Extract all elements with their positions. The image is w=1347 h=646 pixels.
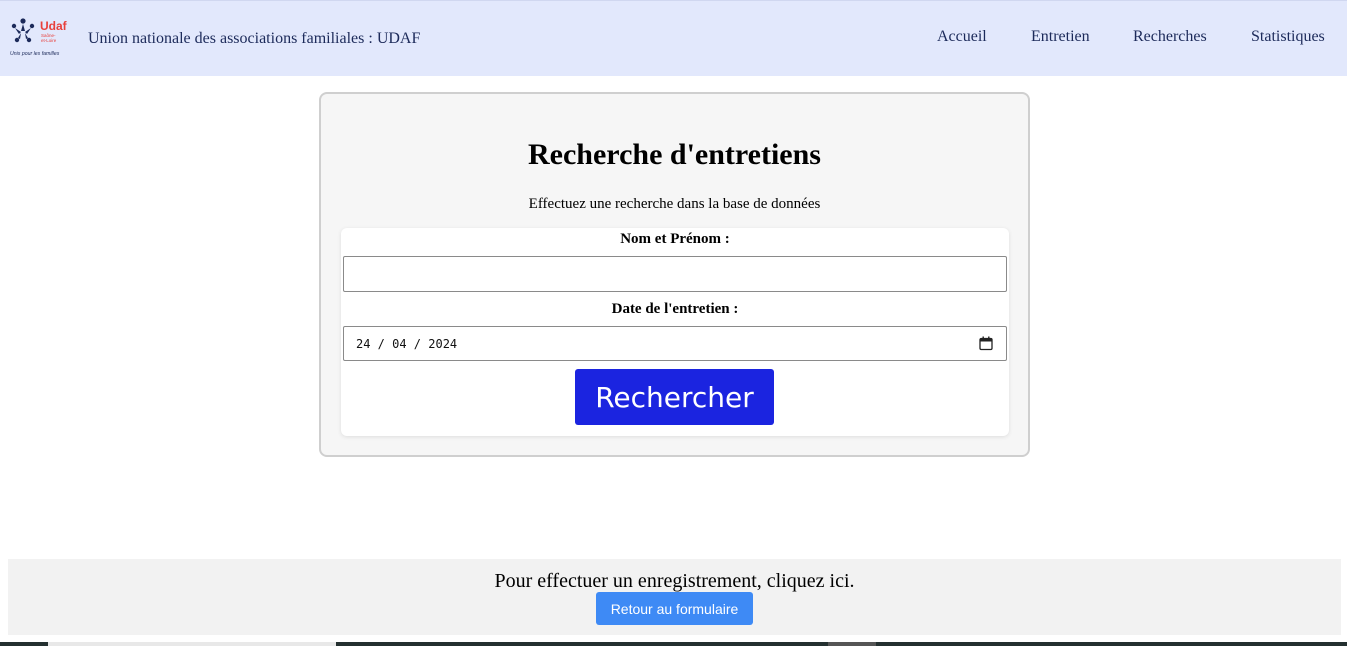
search-form: Nom et Prénom : Date de l'entretien : 24… [341, 228, 1009, 436]
taskbar-segment [828, 642, 876, 646]
logo-figure-icon [11, 18, 35, 43]
date-value: 24 / 04 / 2024 [356, 337, 458, 351]
footer-text: Pour effectuer un enregistrement, clique… [494, 570, 855, 592]
site-title: Union nationale des associations familia… [88, 30, 421, 47]
udaf-logo[interactable]: Udaf Saône- et-Loire Unis pour les famil… [10, 15, 72, 61]
logo-brand: Udaf [40, 19, 68, 33]
search-card: Recherche d'entretiens Effectuez une rec… [319, 92, 1030, 457]
back-to-form-button[interactable]: Retour au formulaire [596, 592, 753, 625]
nav-link-recherches[interactable]: Recherches [1133, 28, 1207, 46]
date-label: Date de l'entretien : [611, 301, 739, 317]
name-label: Nom et Prénom : [620, 231, 730, 247]
calendar-icon[interactable] [979, 336, 993, 351]
name-input[interactable] [343, 256, 1007, 292]
nav-link-entretien[interactable]: Entretien [1031, 28, 1090, 46]
logo-region-line2: et-Loire [41, 38, 57, 43]
navbar: Udaf Saône- et-Loire Unis pour les famil… [0, 0, 1347, 76]
footer: Pour effectuer un enregistrement, clique… [8, 559, 1341, 635]
search-subtitle: Effectuez une recherche dans la base de … [528, 196, 821, 212]
search-button[interactable]: Rechercher [575, 369, 774, 425]
nav-link-accueil[interactable]: Accueil [937, 28, 987, 46]
logo-tagline: Unis pour les familles [10, 51, 60, 57]
date-input[interactable]: 24 / 04 / 2024 [343, 326, 1007, 361]
taskbar-strip [0, 642, 1347, 646]
page-title: Recherche d'entretiens [528, 138, 821, 171]
nav-link-statistiques[interactable]: Statistiques [1251, 28, 1325, 46]
taskbar-segment [48, 642, 336, 646]
